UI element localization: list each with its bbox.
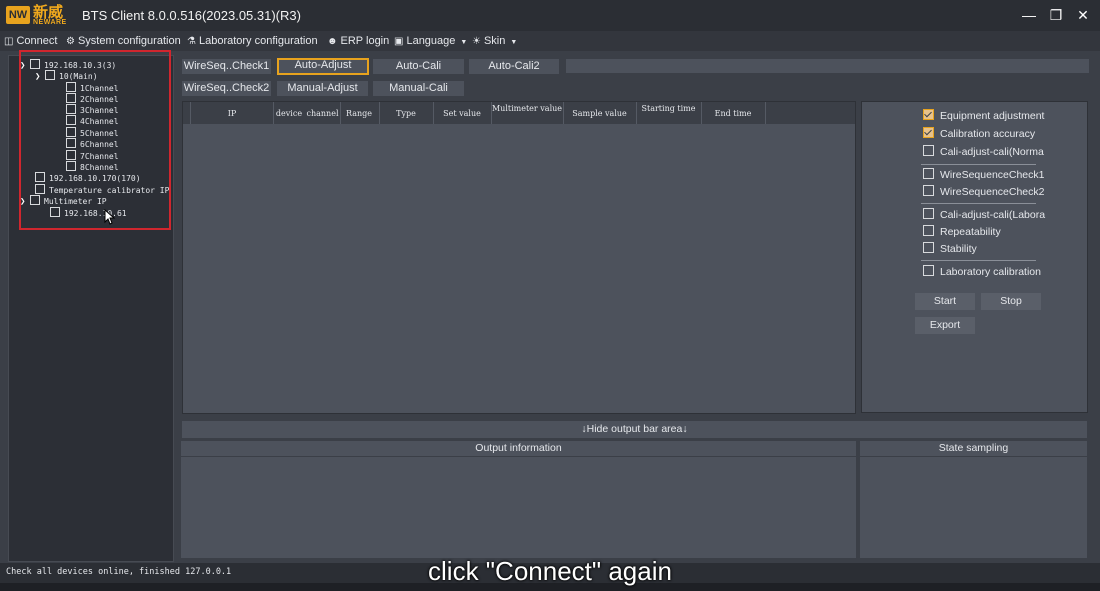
menu-language-label: Language bbox=[406, 35, 456, 47]
adjustment-data-grid[interactable] bbox=[182, 101, 856, 414]
menu-erp-login-label: ERP login bbox=[340, 35, 390, 47]
option-wire-sequence-check2[interactable]: WireSequenceCheck2 bbox=[923, 185, 1044, 199]
option-label: Calibration accuracy bbox=[940, 128, 1036, 140]
export-button[interactable]: Export bbox=[915, 317, 975, 334]
menu-system-configuration-label: System configuration bbox=[77, 35, 181, 47]
menu-system-configuration[interactable]: ⚙ System configuration bbox=[66, 33, 181, 49]
column-header-range[interactable]: Range bbox=[340, 109, 378, 118]
state-sampling-header: State sampling bbox=[860, 441, 1087, 456]
tab-auto-cali[interactable]: Auto-Cali bbox=[373, 59, 464, 74]
mouse-cursor-icon bbox=[104, 209, 116, 225]
chevron-down-icon: ▼ bbox=[460, 39, 468, 46]
option-stability[interactable]: Stability bbox=[923, 242, 977, 256]
column-header-channel[interactable]: channel bbox=[305, 109, 340, 118]
maximize-button[interactable]: ❐ bbox=[1045, 5, 1067, 25]
column-header-ip[interactable]: IP bbox=[191, 109, 273, 118]
checkbox-checked[interactable] bbox=[923, 109, 934, 120]
skin-icon: ☀ bbox=[472, 36, 481, 47]
checkbox[interactable] bbox=[923, 145, 934, 156]
option-label: Stability bbox=[940, 243, 977, 255]
logo-text-cn: 新威 bbox=[33, 3, 64, 21]
user-icon: ☻ bbox=[327, 36, 338, 47]
highlight-box bbox=[19, 50, 171, 230]
column-header-multimeter-value[interactable]: Multimeter value bbox=[491, 104, 563, 113]
checkbox[interactable] bbox=[923, 225, 934, 236]
column-header-type[interactable]: Type bbox=[379, 109, 433, 118]
divider bbox=[921, 164, 1036, 165]
logo-mark: NW bbox=[6, 6, 30, 24]
tab-auto-adjust[interactable]: Auto-Adjust bbox=[277, 58, 369, 75]
option-wire-sequence-check1[interactable]: WireSequenceCheck1 bbox=[923, 168, 1044, 182]
window-title: BTS Client 8.0.0.516(2023.05.31)(R3) bbox=[82, 8, 301, 23]
tab-wireseq-check2[interactable]: WireSeq..Check2 bbox=[182, 81, 271, 96]
gear-icon: ⚙ bbox=[66, 36, 75, 47]
menu-language[interactable]: ▣ Language ▼ bbox=[394, 33, 467, 49]
column-divider bbox=[765, 102, 766, 124]
checkbox[interactable] bbox=[923, 185, 934, 196]
menu-skin-label: Skin bbox=[483, 35, 506, 47]
checkbox-checked[interactable] bbox=[923, 127, 934, 138]
option-label: Equipment adjustment bbox=[940, 110, 1045, 122]
menu-laboratory-configuration-label: Laboratory configuration bbox=[198, 35, 318, 47]
close-button[interactable]: ✕ bbox=[1072, 5, 1094, 25]
divider bbox=[921, 260, 1036, 261]
column-header-set-value[interactable]: Set value bbox=[433, 109, 491, 118]
menu-connect-label: Connect bbox=[16, 35, 58, 47]
tab-manual-adjust[interactable]: Manual-Adjust bbox=[277, 81, 368, 96]
minimize-button[interactable]: — bbox=[1018, 5, 1040, 25]
option-equipment-adjustment[interactable]: Equipment adjustment bbox=[923, 109, 1044, 123]
stop-button[interactable]: Stop bbox=[981, 293, 1041, 310]
column-header-sample-value[interactable]: Sample value bbox=[563, 109, 636, 118]
option-laboratory-calibration[interactable]: Laboratory calibration bbox=[923, 265, 1041, 279]
option-label: Laboratory calibration bbox=[940, 266, 1041, 278]
language-icon: ▣ bbox=[394, 36, 404, 47]
start-button[interactable]: Start bbox=[915, 293, 975, 310]
option-calibration-accuracy[interactable]: Calibration accuracy bbox=[923, 127, 1035, 141]
option-label: WireSequenceCheck1 bbox=[940, 169, 1045, 181]
divider bbox=[921, 203, 1036, 204]
checkbox[interactable] bbox=[923, 208, 934, 219]
column-header-starting-time[interactable]: Starting time bbox=[636, 104, 701, 113]
column-header-device[interactable]: device bbox=[273, 109, 305, 118]
lab-icon: ⚗ bbox=[187, 36, 196, 47]
menu-skin[interactable]: ☀ Skin ▼ bbox=[472, 33, 517, 49]
output-information-header: Output information bbox=[181, 441, 856, 456]
neware-logo: NW 新威 NEWARE bbox=[6, 4, 68, 28]
menu-laboratory-configuration[interactable]: ⚗ Laboratory configuration bbox=[187, 33, 318, 49]
option-label: Repeatability bbox=[940, 226, 1001, 238]
hide-output-bar-button[interactable]: ↓Hide output bar area↓ bbox=[182, 421, 1087, 438]
tab-strip-fill bbox=[566, 59, 1089, 73]
tab-manual-cali[interactable]: Manual-Cali bbox=[373, 81, 464, 96]
option-label: Cali-adjust-cali(Norma bbox=[940, 146, 1044, 158]
tab-auto-cali2[interactable]: Auto-Cali2 bbox=[469, 59, 559, 74]
option-cali-adjust-normal[interactable]: Cali-adjust-cali(Norma bbox=[923, 145, 1044, 159]
menu-erp-login[interactable]: ☻ ERP login bbox=[327, 33, 389, 49]
checkbox[interactable] bbox=[923, 168, 934, 179]
state-sampling-panel[interactable] bbox=[860, 456, 1087, 558]
checkbox[interactable] bbox=[923, 265, 934, 276]
output-information-panel[interactable] bbox=[181, 456, 856, 558]
tab-wireseq-check1[interactable]: WireSeq..Check1 bbox=[182, 59, 271, 74]
checkbox[interactable] bbox=[923, 242, 934, 253]
option-repeatability[interactable]: Repeatability bbox=[923, 225, 1001, 239]
column-header-end-time[interactable]: End time bbox=[701, 109, 765, 118]
video-caption: click "Connect" again bbox=[428, 556, 672, 586]
menu-connect[interactable]: ◫ Connect bbox=[4, 33, 57, 49]
option-label: WireSequenceCheck2 bbox=[940, 186, 1045, 198]
logo-text-en: NEWARE bbox=[33, 19, 67, 26]
connect-icon: ◫ bbox=[4, 36, 14, 47]
chevron-down-icon: ▼ bbox=[510, 39, 518, 46]
option-label: Cali-adjust-cali(Labora bbox=[940, 209, 1046, 221]
option-cali-adjust-labora[interactable]: Cali-adjust-cali(Labora bbox=[923, 208, 1045, 222]
